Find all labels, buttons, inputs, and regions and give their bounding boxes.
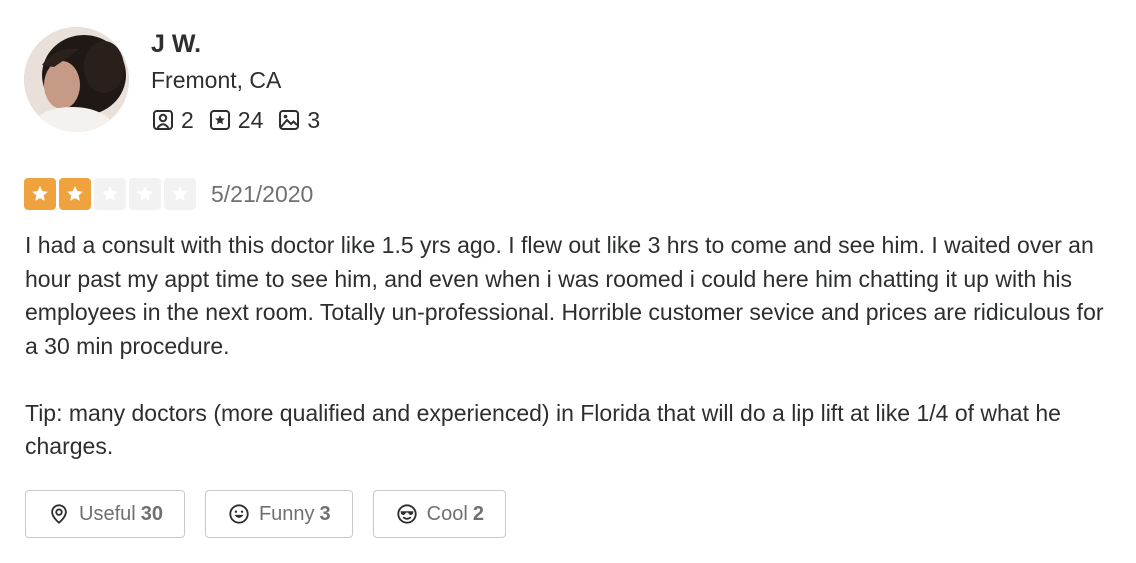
star-icon: [102, 186, 118, 201]
photos-stat: 3: [277, 107, 320, 134]
star-empty: [129, 178, 161, 210]
funny-count: 3: [319, 502, 331, 525]
photos-count: 3: [307, 106, 321, 133]
user-stats: 2 24 3: [151, 106, 334, 134]
cool-button[interactable]: Cool 2: [372, 490, 506, 538]
cool-label: Cool: [426, 502, 468, 525]
star-rating: [24, 178, 199, 210]
friends-stat: 2: [151, 107, 194, 134]
reaction-buttons: Useful 30 Funny 3 Cool 2: [25, 490, 526, 538]
review-star-icon: [209, 110, 230, 130]
review-tip: Tip: many doctors (more qualified and ex…: [25, 399, 1061, 460]
star-filled: [24, 178, 56, 210]
funny-button[interactable]: Funny 3: [204, 490, 353, 538]
star-icon: [67, 186, 83, 201]
reviews-stat: 24: [208, 106, 264, 134]
useful-label: Useful: [79, 502, 136, 525]
star-filled: [59, 178, 91, 210]
star-icon: [137, 186, 153, 201]
star-icon: [32, 186, 48, 201]
reviews-count: 24: [237, 106, 264, 133]
avatar-photo: [24, 27, 129, 132]
star-icon: [172, 186, 188, 201]
cool-count: 2: [472, 502, 484, 525]
friends-count: 2: [181, 106, 194, 133]
rating-row: 5/21/2020: [24, 177, 313, 211]
star-empty: [164, 178, 196, 210]
lightbulb-icon: [51, 504, 67, 524]
user-location: Fremont, CA: [151, 67, 282, 93]
user-name[interactable]: J W.: [151, 28, 201, 60]
review-paragraph: I had a consult with this doctor like 1.…: [25, 232, 1104, 359]
sunglasses-icon: [397, 504, 417, 524]
friends-icon: [153, 110, 173, 130]
star-empty: [94, 178, 126, 210]
photo-icon: [279, 110, 300, 130]
funny-label: Funny: [258, 502, 315, 525]
review-date: 5/21/2020: [211, 181, 314, 207]
useful-button[interactable]: Useful 30: [25, 490, 185, 538]
avatar[interactable]: [24, 27, 129, 132]
review-text: I had a consult with this doctor like 1.…: [25, 229, 1115, 464]
useful-count: 30: [140, 502, 163, 525]
smiley-icon: [229, 504, 249, 524]
